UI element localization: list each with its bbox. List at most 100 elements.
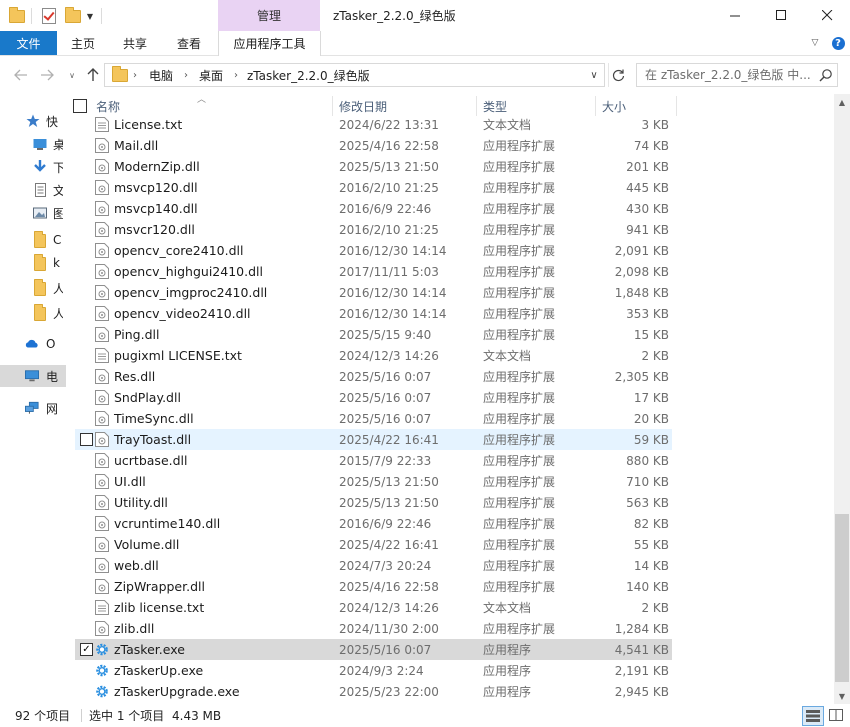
scroll-down-icon[interactable]: ▼ xyxy=(834,688,850,704)
table-row[interactable]: TimeSync.dll 2025/5/16 0:07 应用程序扩展 20 KB xyxy=(75,408,672,429)
column-divider[interactable] xyxy=(676,96,677,116)
row-checkbox[interactable]: ✓ xyxy=(80,643,93,656)
breadcrumb-desktop[interactable]: 桌面 xyxy=(199,64,223,86)
file-date: 2025/4/16 22:58 xyxy=(339,138,439,153)
table-row[interactable]: opencv_video2410.dll 2016/12/30 14:14 应用程序… xyxy=(75,303,672,324)
file-name: Ping.dll xyxy=(114,327,160,342)
details-view-icon xyxy=(806,710,820,722)
table-row[interactable]: License.txt 2024/6/22 13:31 文本文档 3 KB xyxy=(75,114,672,135)
minimize-button[interactable] xyxy=(712,0,758,31)
table-row[interactable]: msvcr120.dll 2016/2/10 21:25 应用程序扩展 941 KB xyxy=(75,219,672,240)
row-checkbox[interactable] xyxy=(80,433,93,446)
table-row[interactable]: Mail.dll 2025/4/16 22:58 应用程序扩展 74 KB xyxy=(75,135,672,156)
file-type: 应用程序扩展 xyxy=(483,160,556,174)
nav-item-quick-access[interactable]: 快 xyxy=(0,110,66,132)
back-button[interactable] xyxy=(12,66,30,84)
table-row[interactable]: Volume.dll 2025/4/22 16:41 应用程序扩展 55 KB xyxy=(75,534,672,555)
table-row[interactable]: zlib license.txt 2024/12/3 14:26 文本文档 2 KB xyxy=(75,597,672,618)
select-all-checkbox[interactable] xyxy=(73,99,87,113)
table-row[interactable]: Res.dll 2025/5/16 0:07 应用程序扩展 2,305 KB xyxy=(75,366,672,387)
table-row[interactable]: ✓ zTasker.exe 2025/5/16 0:07 应用程序 4,541 KB xyxy=(75,639,672,660)
nav-item-network[interactable]: 网 xyxy=(0,397,66,419)
dll-file-icon xyxy=(95,453,109,468)
breadcrumb-computer[interactable]: 电脑 xyxy=(149,64,173,86)
address-bar[interactable]: › 电脑 › 桌面 › zTasker_2.2.0_绿色版 xyxy=(104,63,605,87)
table-row[interactable]: pugixml LICENSE.txt 2024/12/3 14:26 文本文档 2 … xyxy=(75,345,672,366)
file-date: 2025/5/16 0:07 xyxy=(339,411,432,426)
help-button[interactable]: ? xyxy=(830,35,846,51)
column-divider[interactable] xyxy=(332,96,333,116)
table-row[interactable]: SndPlay.dll 2025/5/16 0:07 应用程序扩展 17 KB xyxy=(75,387,672,408)
recent-locations-dropdown-icon[interactable]: ∨ xyxy=(63,66,81,84)
table-row[interactable]: opencv_core2410.dll 2016/12/30 14:14 应用程序扩… xyxy=(75,240,672,261)
table-row[interactable]: msvcp120.dll 2016/2/10 21:25 应用程序扩展 445 KB xyxy=(75,177,672,198)
scroll-up-icon[interactable]: ▲ xyxy=(834,94,850,110)
search-box xyxy=(636,63,838,87)
table-row[interactable]: UI.dll 2025/5/13 21:50 应用程序扩展 710 KB xyxy=(75,471,672,492)
close-button[interactable] xyxy=(804,0,850,31)
up-arrow-icon xyxy=(87,68,99,81)
expand-ribbon-icon[interactable]: ▽ xyxy=(807,35,823,51)
nav-item-this-pc[interactable]: 电 xyxy=(0,365,66,387)
file-name: zTasker.exe xyxy=(114,642,185,657)
new-folder-icon[interactable] xyxy=(63,6,83,26)
maximize-button[interactable] xyxy=(758,0,804,31)
table-row[interactable]: opencv_imgproc2410.dll 2016/12/30 14:14 应用… xyxy=(75,282,672,303)
table-row[interactable]: zTaskerUpgrade.exe 2025/5/23 22:00 应用程序 2,9… xyxy=(75,681,672,702)
table-row[interactable]: Utility.dll 2025/5/13 21:50 应用程序扩展 563 KB xyxy=(75,492,672,513)
text-file-icon xyxy=(95,348,109,363)
forward-button[interactable] xyxy=(38,66,56,84)
nav-item-folder[interactable]: 人 xyxy=(0,302,66,324)
vertical-scrollbar[interactable]: ▲ ▼ xyxy=(834,94,850,704)
search-input[interactable] xyxy=(645,64,815,86)
nav-item-pictures[interactable]: 图 xyxy=(0,202,66,224)
table-row[interactable]: vcruntime140.dll 2016/6/9 22:46 应用程序扩展 82 K… xyxy=(75,513,672,534)
address-dropdown-icon[interactable]: ∨ xyxy=(584,63,604,87)
column-divider[interactable] xyxy=(476,96,477,116)
table-row[interactable]: zlib.dll 2024/11/30 2:00 应用程序扩展 1,284 KB xyxy=(75,618,672,639)
table-row[interactable]: ZipWrapper.dll 2025/4/16 22:58 应用程序扩展 140 K… xyxy=(75,576,672,597)
breadcrumb-separator-icon[interactable]: › xyxy=(133,64,137,86)
nav-item-folder[interactable]: k xyxy=(0,252,66,274)
table-row[interactable]: Ping.dll 2025/5/15 9:40 应用程序扩展 15 KB xyxy=(75,324,672,345)
scrollbar-thumb[interactable] xyxy=(835,514,849,682)
dll-file-icon xyxy=(95,390,109,405)
table-row[interactable]: ucrtbase.dll 2015/7/9 22:33 应用程序扩展 880 KB xyxy=(75,450,672,471)
context-tab-manage[interactable]: 管理 xyxy=(218,0,320,31)
nav-item-label: 桌 xyxy=(53,137,63,152)
breadcrumb-separator-icon[interactable]: › xyxy=(184,64,188,86)
nav-item-folder[interactable]: C xyxy=(0,229,66,251)
breadcrumb-current-folder[interactable]: zTasker_2.2.0_绿色版 xyxy=(247,64,370,86)
table-row[interactable]: web.dll 2024/7/3 20:24 应用程序扩展 14 KB xyxy=(75,555,672,576)
properties-icon[interactable] xyxy=(38,6,60,26)
table-row[interactable]: opencv_highgui2410.dll 2017/11/11 5:03 应用程… xyxy=(75,261,672,282)
nav-item-documents[interactable]: 文 xyxy=(0,179,66,201)
breadcrumb-separator-icon[interactable]: › xyxy=(234,64,238,86)
table-row[interactable]: ModernZip.dll 2025/5/13 21:50 应用程序扩展 201 KB xyxy=(75,156,672,177)
file-size: 563 KB xyxy=(626,495,669,510)
search-icon[interactable] xyxy=(819,68,833,82)
up-button[interactable] xyxy=(84,66,102,84)
nav-item-desktop[interactable]: 桌 xyxy=(0,133,66,155)
file-type: 应用程序 xyxy=(483,664,532,678)
dll-file-icon xyxy=(95,201,109,216)
tab-application-tools[interactable]: 应用程序工具 xyxy=(218,31,321,56)
column-divider[interactable] xyxy=(595,96,596,116)
refresh-button[interactable] xyxy=(608,63,627,87)
nav-item-onedrive[interactable]: O xyxy=(0,333,66,355)
large-icons-view-button[interactable] xyxy=(826,706,846,724)
tab-home[interactable]: 主页 xyxy=(71,31,95,55)
tab-view[interactable]: 查看 xyxy=(177,31,201,55)
table-row[interactable]: TrayToast.dll 2025/4/22 16:41 应用程序扩展 59 KB xyxy=(75,429,672,450)
quick-access-dropdown-icon[interactable]: ▼ xyxy=(84,6,96,26)
table-row[interactable]: msvcp140.dll 2016/6/9 22:46 应用程序扩展 430 KB xyxy=(75,198,672,219)
details-view-button[interactable] xyxy=(802,706,824,726)
file-type: 应用程序扩展 xyxy=(483,538,556,552)
file-date: 2016/2/10 21:25 xyxy=(339,222,439,237)
tab-file[interactable]: 文件 xyxy=(0,31,57,55)
table-row[interactable]: zTaskerUp.exe 2024/9/3 2:24 应用程序 2,191 KB xyxy=(75,660,672,681)
nav-item-downloads[interactable]: 下 xyxy=(0,156,66,178)
tab-share[interactable]: 共享 xyxy=(123,31,147,55)
nav-item-folder[interactable]: 人 xyxy=(0,277,66,299)
selection-count: 选中 1 个项目 xyxy=(89,709,165,723)
